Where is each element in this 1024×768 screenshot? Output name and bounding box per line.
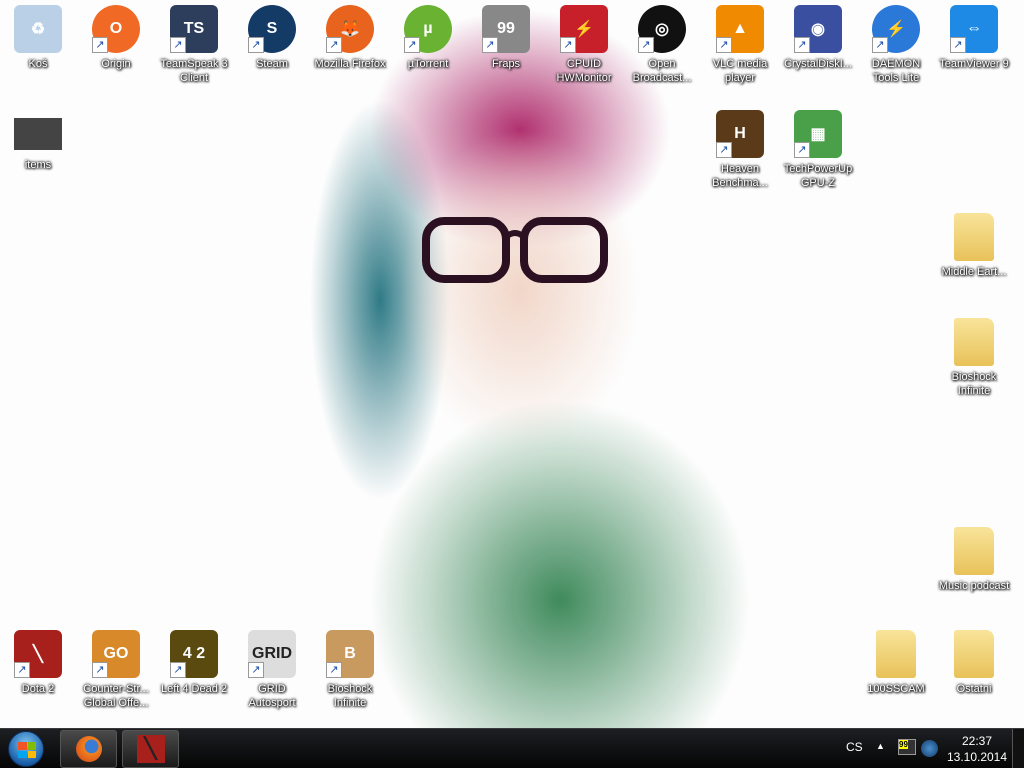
taskbar: ╲ CS ▲ 99 22:37 13.10.2014 (0, 728, 1024, 768)
desktop-icon-label: Open Broadcast... (632, 58, 692, 84)
language-indicator[interactable]: CS (846, 740, 863, 754)
desktop-icon-label: µTorrent (407, 58, 449, 70)
shortcut-arrow-icon: ↗ (326, 662, 342, 678)
desktop-icon-label: Counter-Str... Global Offe... (83, 683, 149, 709)
dota2-icon: ╲ (136, 735, 165, 763)
desktop-icon-label: 100SSCAM (867, 683, 925, 695)
desktop-icon-label: GRID Autosport (248, 683, 296, 709)
desktop-icon[interactable]: TS ↗ TeamSpeak 3 Client (156, 5, 232, 85)
steam-tray-icon[interactable] (921, 740, 938, 757)
clock-time: 22:37 (961, 734, 993, 748)
desktop-icon-label: CrystalDiskI... (784, 58, 852, 70)
desktop-icon[interactable]: 4 2 ↗ Left 4 Dead 2 (156, 630, 232, 696)
shortcut-arrow-icon: ↗ (482, 37, 498, 53)
shortcut-arrow-icon: ↗ (794, 37, 810, 53)
desktop-icon-label: TechPowerUp GPU-Z (783, 163, 853, 189)
shortcut-arrow-icon: ↗ (404, 37, 420, 53)
shortcut-arrow-icon: ↗ (248, 662, 264, 678)
shortcut-arrow-icon: ↗ (92, 37, 108, 53)
clock-date: 13.10.2014 (946, 750, 1008, 764)
show-hidden-icons-button[interactable]: ▲ (876, 741, 885, 751)
desktop-icon[interactable]: ◉ ↗ CrystalDiskI... (780, 5, 856, 71)
fraps-tray-icon[interactable]: 99 (898, 739, 916, 755)
shortcut-arrow-icon: ↗ (326, 37, 342, 53)
shortcut-arrow-icon: ↗ (716, 142, 732, 158)
folder-thumbnail-icon (14, 118, 62, 150)
desktop-icon[interactable]: Music podcast (936, 527, 1012, 593)
desktop-icon[interactable]: ◎ ↗ Open Broadcast... (624, 5, 700, 85)
shortcut-arrow-icon: ↗ (248, 37, 264, 53)
shortcut-arrow-icon: ↗ (170, 662, 186, 678)
shortcut-arrow-icon: ↗ (794, 142, 810, 158)
desktop-icon-label: DAEMON Tools Lite (871, 58, 921, 84)
shortcut-arrow-icon: ↗ (716, 37, 732, 53)
desktop-icon[interactable]: ▦ ↗ TechPowerUp GPU-Z (780, 110, 856, 190)
shortcut-arrow-icon: ↗ (560, 37, 576, 53)
desktop-icon-label: VLC media player (712, 58, 768, 84)
desktop-icon[interactable]: Middle Eart... (936, 213, 1012, 279)
desktop-icon-label: TeamViewer 9 (939, 58, 1009, 70)
recycle-bin-icon: ♻ (14, 5, 62, 53)
shortcut-arrow-icon: ↗ (92, 662, 108, 678)
folder-icon (954, 318, 994, 366)
desktop-icon-label: Left 4 Dead 2 (160, 683, 228, 695)
folder-icon (954, 630, 994, 678)
taskbar-dota2-button[interactable]: ╲ (122, 730, 179, 768)
desktop-icon[interactable]: ⚡ ↗ DAEMON Tools Lite (858, 5, 934, 85)
desktop-icon-label: Koš (28, 58, 48, 70)
desktop-icon-label: Steam (256, 58, 288, 70)
desktop-icon[interactable]: ╲ ↗ Dota 2 (0, 630, 76, 696)
desktop-icon-label: CPUID HWMonitor (556, 58, 612, 84)
desktop-icon-label: Middle Eart... (941, 266, 1007, 278)
desktop-icon[interactable]: Bioshock Infinite (936, 318, 1012, 398)
start-button[interactable] (8, 731, 44, 767)
shortcut-arrow-icon: ↗ (638, 37, 654, 53)
desktop-icon[interactable]: S ↗ Steam (234, 5, 310, 71)
desktop-icon[interactable]: Ostatni (936, 630, 1012, 696)
desktop-icon-label: items (24, 159, 52, 171)
folder-icon (954, 527, 994, 575)
desktop-icon[interactable]: 100SSCAM (858, 630, 934, 696)
desktop-icon[interactable]: GO ↗ Counter-Str... Global Offe... (78, 630, 154, 710)
folder-icon (876, 630, 916, 678)
shortcut-arrow-icon: ↗ (14, 662, 30, 678)
desktop-icon[interactable]: ▲ ↗ VLC media player (702, 5, 778, 85)
shortcut-arrow-icon: ↗ (950, 37, 966, 53)
desktop-icon[interactable]: B ↗ Bioshock Infinite (312, 630, 388, 710)
desktop-icon[interactable]: 🦊 ↗ Mozilla Firefox (312, 5, 388, 71)
desktop-icon-label: Bioshock Infinite (327, 683, 373, 709)
show-desktop-button[interactable] (1012, 729, 1024, 768)
folder-icon (954, 213, 994, 261)
windows-logo-icon (18, 742, 36, 758)
shortcut-arrow-icon: ↗ (170, 37, 186, 53)
taskbar-firefox-button[interactable] (60, 730, 117, 768)
clock[interactable]: 22:37 13.10.2014 (944, 733, 1010, 765)
desktop-icon[interactable]: items (0, 110, 76, 172)
desktop-icon[interactable]: O ↗ Origin (78, 5, 154, 71)
desktop-icon[interactable]: ⇔ ↗ TeamViewer 9 (936, 5, 1012, 71)
desktop-icon[interactable]: 99 ↗ Fraps (468, 5, 544, 71)
desktop-icon-label: Bioshock Infinite (951, 371, 997, 397)
desktop-icon-label: Origin (101, 58, 131, 70)
desktop-icon[interactable]: H ↗ Heaven Benchma... (702, 110, 778, 190)
firefox-icon (75, 736, 102, 762)
desktop-icon-label: Ostatni (956, 683, 992, 695)
desktop-icon[interactable]: ⚡ ↗ CPUID HWMonitor (546, 5, 622, 85)
desktop-icon-label: Heaven Benchma... (712, 163, 768, 189)
desktop-icon-label: Fraps (491, 58, 521, 70)
desktop-icon-label: TeamSpeak 3 Client (160, 58, 228, 84)
desktop-icon-label: Mozilla Firefox (314, 58, 386, 70)
desktop-icon[interactable]: µ ↗ µTorrent (390, 5, 466, 71)
desktop-icon-label: Dota 2 (21, 683, 55, 695)
desktop-icon-label: Music podcast (938, 580, 1010, 592)
shortcut-arrow-icon: ↗ (872, 37, 888, 53)
desktop: ♻ Koš O ↗ Origin TS ↗ TeamSpeak 3 Client S ↗ Steam… (0, 0, 1024, 728)
wallpaper-glasses (422, 217, 608, 283)
desktop-icon[interactable]: GRID ↗ GRID Autosport (234, 630, 310, 710)
desktop-icon[interactable]: ♻ Koš (0, 5, 76, 71)
